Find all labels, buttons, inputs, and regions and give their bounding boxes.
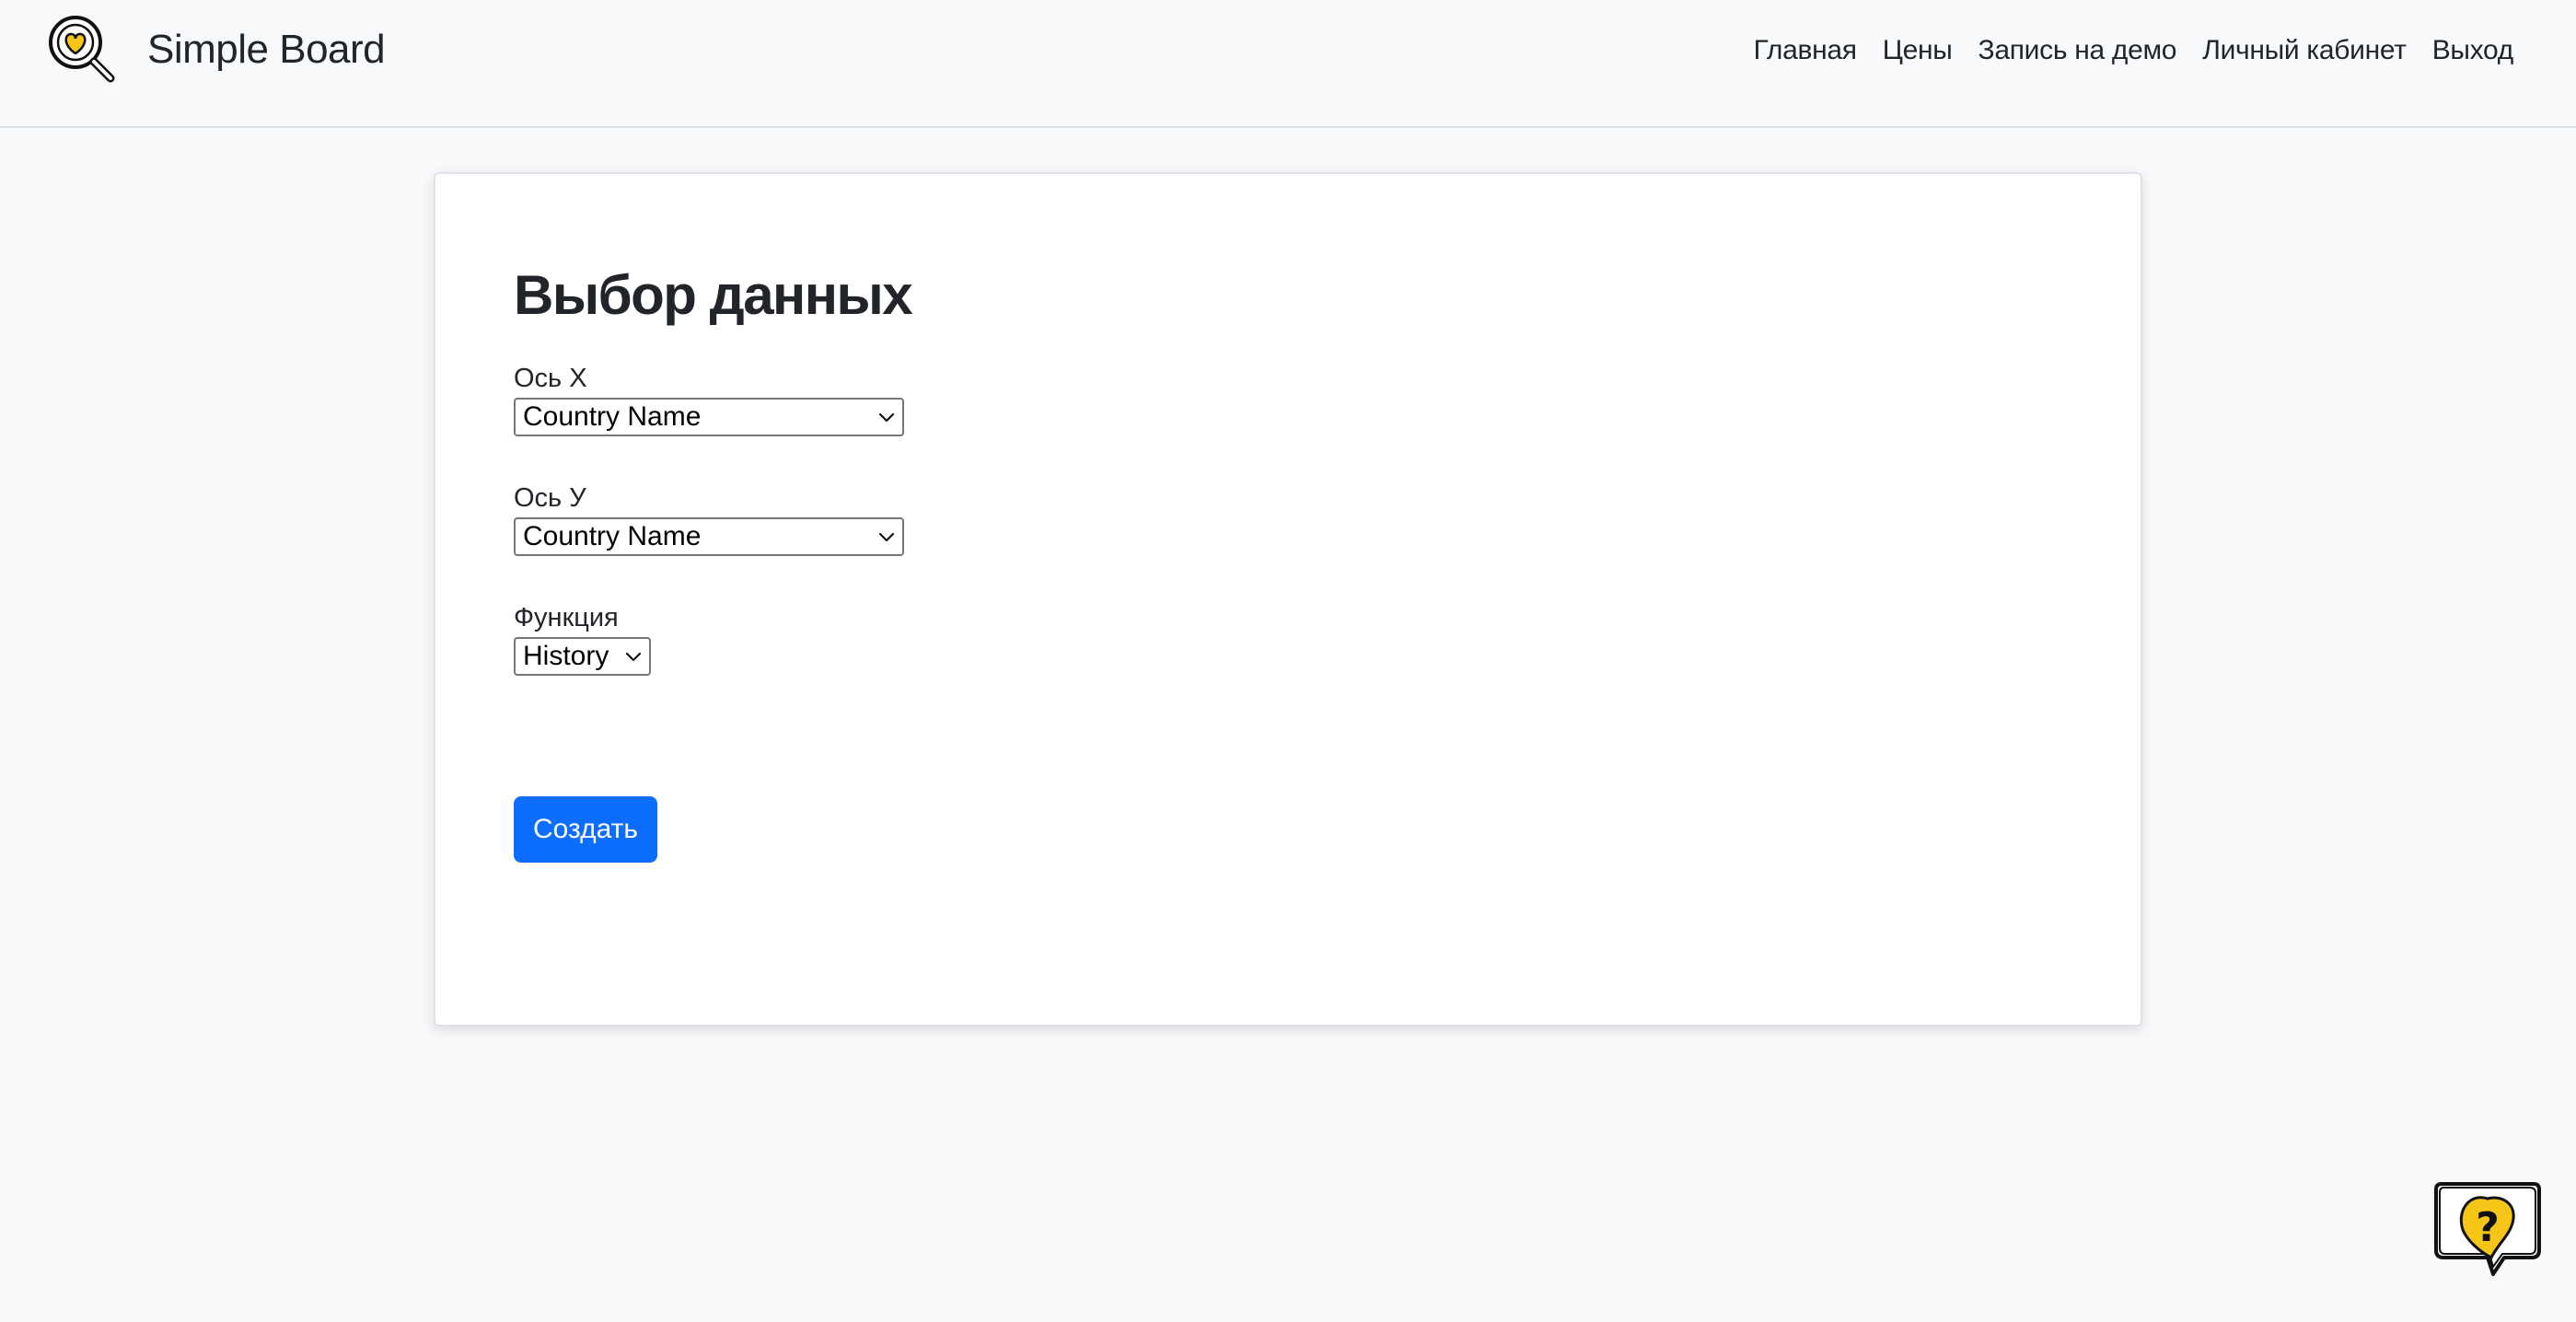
nav-item-logout[interactable]: Выход [2432,31,2514,70]
x-axis-select-value: Country Name [523,401,702,432]
y-axis-label: Ось У [514,483,586,513]
nav-item-account[interactable]: Личный кабинет [2202,31,2407,70]
chevron-down-icon [871,400,902,435]
navbar: Simple Board Главная Цены Запись на демо… [0,0,2576,128]
brand-name[interactable]: Simple Board [147,24,386,75]
function-label: Функция [514,603,619,632]
nav-item-demo[interactable]: Запись на демо [1978,31,2177,70]
y-axis-select-value: Country Name [523,521,702,551]
question-bubble-icon[interactable]: ? [2431,1178,2545,1281]
nav-item-prices[interactable]: Цены [1883,31,1953,70]
function-select-value: History [523,641,609,671]
magnifier-heart-icon[interactable] [44,11,122,88]
chevron-down-icon [618,639,649,674]
page-title: Выбор данных [514,264,913,326]
create-button[interactable]: Создать [514,796,657,863]
function-select[interactable]: History [514,637,651,676]
main-nav: Главная Цены Запись на демо Личный кабин… [1754,31,2514,70]
svg-text:?: ? [2476,1204,2500,1251]
chevron-down-icon [871,519,902,554]
x-axis-select[interactable]: Country Name [514,398,904,436]
nav-item-home[interactable]: Главная [1754,31,1857,70]
data-selection-card: Выбор данных Ось X Country Name Ось У Co… [434,172,2142,1026]
x-axis-label: Ось X [514,364,587,393]
y-axis-select[interactable]: Country Name [514,517,904,556]
